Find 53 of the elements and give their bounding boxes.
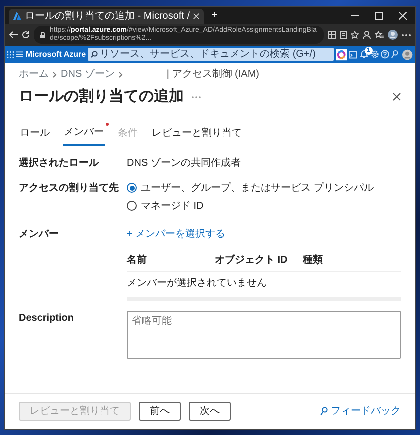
field-label: 選択されたロール xyxy=(19,156,100,171)
radio-button[interactable] xyxy=(127,183,137,194)
maximize-icon[interactable] xyxy=(375,12,383,20)
field-label: アクセスの割り当て先 xyxy=(19,182,120,196)
description-field[interactable]: 省略可能 xyxy=(127,310,401,359)
selected-role-value: DNS ゾーンの共同作成者 xyxy=(127,156,241,171)
page-icon[interactable] xyxy=(340,31,347,40)
radio-label[interactable]: ユーザー、グループ、またはサービス プリンシパル xyxy=(141,180,374,196)
tab-title: ロールの割り当ての追加 - Microsoft / xyxy=(25,10,190,24)
radio-button[interactable] xyxy=(127,201,137,212)
back-arrow-icon[interactable] xyxy=(9,31,18,40)
breadcrumb-link[interactable]: DNS ゾーン xyxy=(61,67,115,82)
form-tab[interactable]: レビューと割り当て xyxy=(151,122,243,146)
notification-icon[interactable] xyxy=(360,50,369,60)
settings-icon[interactable] xyxy=(370,50,380,60)
terminal-icon[interactable] xyxy=(349,50,358,59)
help-icon[interactable] xyxy=(381,50,390,60)
form-tab[interactable]: ロール xyxy=(19,122,51,146)
empty-table-message: メンバーが選択されていません xyxy=(127,276,268,291)
radio-label[interactable]: マネージド ID xyxy=(141,198,204,214)
star-icon[interactable] xyxy=(351,31,359,40)
close-icon[interactable] xyxy=(393,93,401,102)
refresh-icon[interactable] xyxy=(22,31,30,40)
column-header: 名前 xyxy=(127,254,148,268)
azure-logo-icon xyxy=(13,12,22,21)
minimize-icon[interactable] xyxy=(351,14,359,16)
page-title: ロールの割り当ての追加 xyxy=(19,87,184,108)
favorites-icon[interactable] xyxy=(375,31,384,40)
column-header: オブジェクト ID xyxy=(215,254,289,268)
lock-icon xyxy=(40,32,46,39)
chevron-icon xyxy=(118,72,123,78)
field-label: メンバー xyxy=(19,228,60,242)
person-icon[interactable] xyxy=(363,31,371,40)
field-label: Description xyxy=(19,312,76,326)
chevron-icon xyxy=(53,72,57,78)
menu-icon[interactable] xyxy=(16,51,24,58)
search-field[interactable]: リソース、サービス、ドキュメントの検索 (G+/) xyxy=(88,48,334,62)
column-header: 種類 xyxy=(303,254,324,268)
app-grid-icon[interactable] xyxy=(7,50,14,59)
feedback-link[interactable]: フィードバック xyxy=(331,404,401,419)
breadcrumb-link[interactable]: ホーム xyxy=(19,67,49,82)
avatar-icon[interactable] xyxy=(388,30,398,40)
copilot-icon[interactable] xyxy=(336,48,348,61)
browser-tab[interactable]: ロールの割り当ての追加 - Microsoft / xyxy=(9,9,204,24)
form-tab[interactable]: メンバー xyxy=(63,122,105,146)
breadcrumb-text: | アクセス制御 (IAM) xyxy=(166,68,260,82)
footer-button[interactable]: 前へ xyxy=(139,402,181,421)
footer-button[interactable]: 次へ xyxy=(189,402,231,421)
select-members-link[interactable]: + メンバーを選択する xyxy=(127,226,226,242)
new-tab-button[interactable]: + xyxy=(212,8,218,23)
split-screen-icon[interactable] xyxy=(328,31,336,40)
more-icon[interactable] xyxy=(402,34,411,37)
portal-brand[interactable]: Microsoft Azure xyxy=(26,48,86,61)
